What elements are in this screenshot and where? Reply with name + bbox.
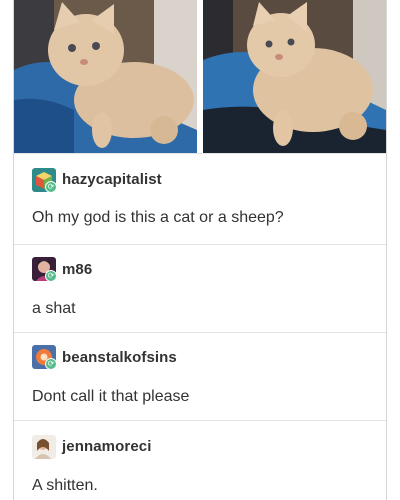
reblog-icon: ⟳ (45, 358, 57, 370)
reblog-text: Oh my god is this a cat or a sheep? (32, 209, 284, 226)
username[interactable]: m86 (62, 261, 92, 278)
reblog-text: A shitten. (32, 477, 98, 494)
divider (14, 420, 386, 421)
curly-cat-photo-2[interactable] (203, 0, 386, 153)
photo-avatar-icon (32, 435, 56, 459)
divider (14, 332, 386, 333)
username[interactable]: hazycapitalist (62, 171, 162, 188)
avatar[interactable]: ⟳ (32, 257, 57, 282)
avatar[interactable] (32, 435, 56, 459)
avatar[interactable]: ⟳ (32, 345, 57, 370)
divider (14, 244, 386, 245)
photo-set (14, 0, 386, 153)
reblog-icon: ⟳ (45, 181, 57, 193)
divider (14, 153, 386, 154)
username[interactable]: beanstalkofsins (62, 349, 177, 366)
tumblr-post: ⟳ hazycapitalist Oh my god is this a cat… (13, 0, 387, 500)
reblog-text: Dont call it that please (32, 388, 190, 405)
username[interactable]: jennamoreci (62, 438, 151, 455)
reblog-icon: ⟳ (45, 270, 57, 282)
reblog-text: a shat (32, 300, 76, 317)
avatar[interactable]: ⟳ (32, 168, 57, 193)
curly-cat-photo-1[interactable] (14, 0, 197, 153)
